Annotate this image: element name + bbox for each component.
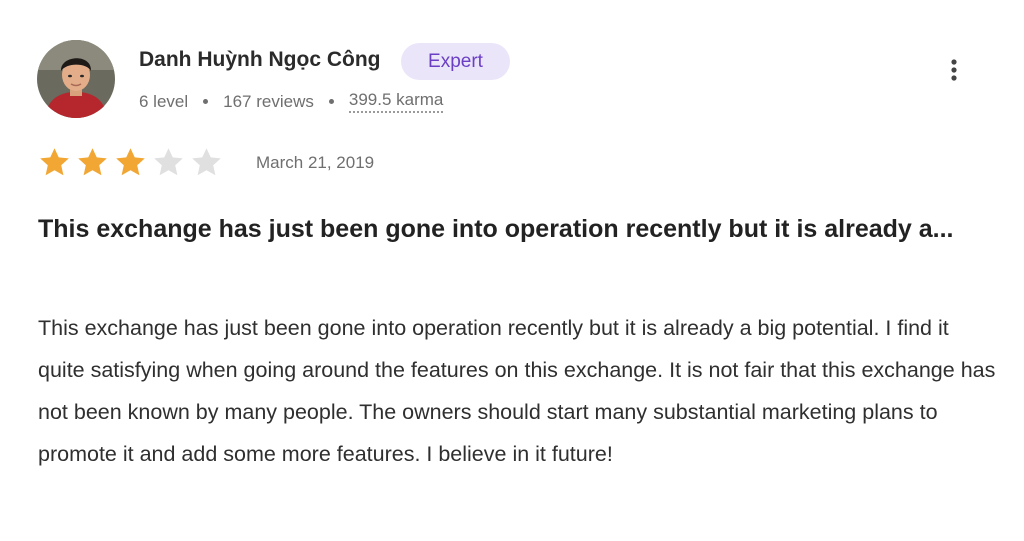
review-card: Danh Huỳnh Ngọc Công Expert 6 level 167 … — [0, 0, 1024, 541]
star-rating — [37, 145, 227, 180]
expert-badge: Expert — [401, 43, 510, 80]
avatar[interactable] — [37, 40, 115, 118]
review-body: This exchange has just been gone into op… — [38, 316, 996, 466]
star-empty-icon — [192, 148, 221, 176]
separator-dot — [328, 99, 334, 104]
author-stats: 6 level 167 reviews 399.5 karma — [139, 90, 444, 113]
more-options-button[interactable] — [941, 56, 967, 86]
avatar-photo — [37, 40, 115, 118]
author-karma[interactable]: 399.5 karma — [348, 90, 444, 113]
separator-dot — [203, 99, 209, 104]
author-level: 6 level — [139, 91, 189, 111]
star-filled-icon — [40, 148, 69, 176]
author-name[interactable]: Danh Huỳnh Ngọc Công — [139, 48, 380, 72]
star-filled-icon — [78, 148, 107, 176]
star-filled-icon — [116, 148, 145, 176]
review-date: March 21, 2019 — [256, 153, 375, 172]
author-reviews-count: 167 reviews — [223, 91, 314, 111]
star-empty-icon — [154, 148, 183, 176]
more-vertical-icon — [951, 59, 957, 81]
review-title[interactable]: This exchange has just been gone into op… — [38, 210, 968, 248]
